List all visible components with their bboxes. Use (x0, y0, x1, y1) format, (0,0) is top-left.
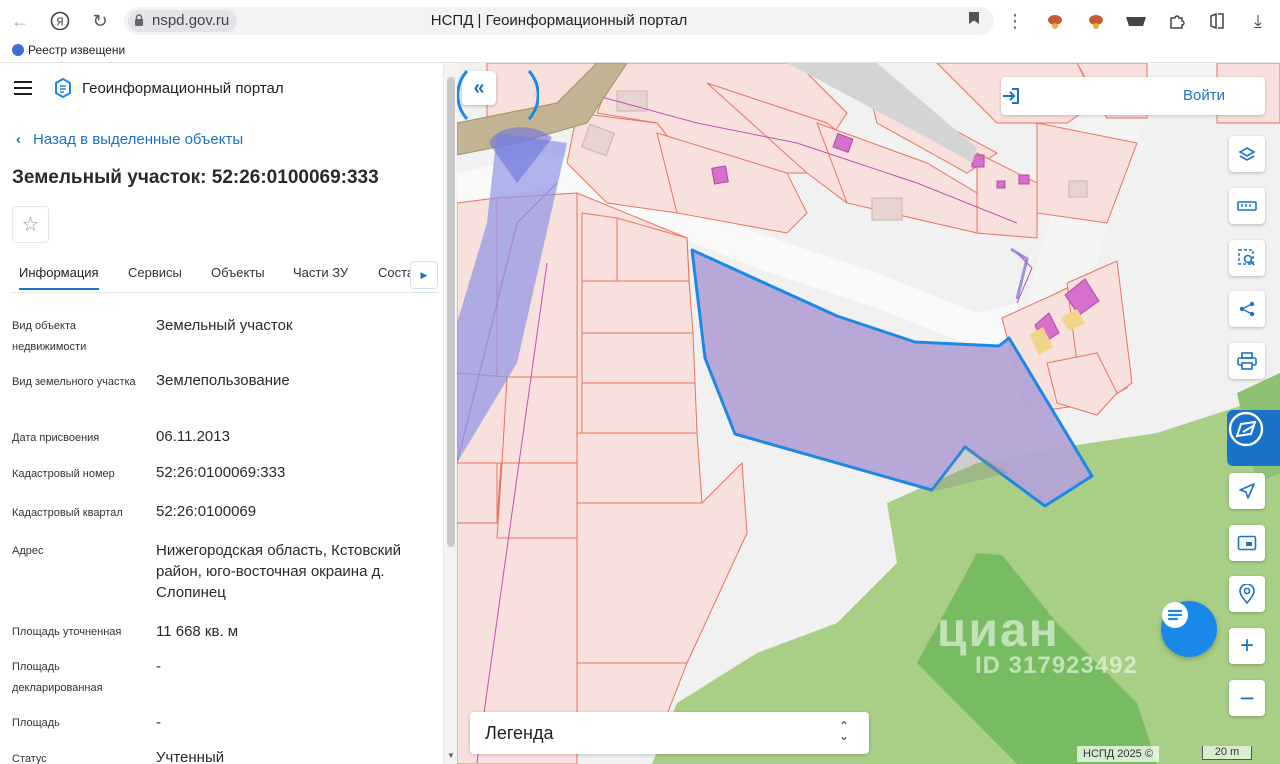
extension-3-icon[interactable] (1124, 9, 1148, 33)
bookmark-label: Реестр извещени (28, 43, 126, 57)
watermark-id: ID 317923492 (975, 652, 1138, 679)
favorite-star-icon[interactable]: ☆ (12, 206, 49, 243)
chevron-left-icon: ‹ (16, 131, 21, 148)
row-value: 52:26:0100069:333 (156, 464, 286, 481)
menu-icon[interactable] (14, 81, 32, 95)
globe-icon (12, 44, 24, 56)
updown-chevron-icon: ⌃ ⌄ (838, 719, 849, 743)
scale-bar: 20 m (1202, 746, 1252, 760)
watermark: циан ID 317923492 (937, 603, 1138, 680)
page-title-text: НСПД | Геоинформационный портал (430, 12, 688, 29)
row-label: Кадастровый номер (12, 468, 115, 480)
row-value: 11 668 кв. м (156, 623, 239, 640)
area-select-button[interactable] (1229, 240, 1265, 276)
collections-icon[interactable] (1205, 9, 1229, 33)
legend-select[interactable]: Легенда ⌃ ⌄ (470, 712, 869, 754)
map-view[interactable]: циан ID 317923492 « Войти + − Легенда ⌃ … (457, 63, 1280, 764)
bookmark-item[interactable]: Реестр извещени (12, 43, 125, 57)
svg-text:Я: Я (56, 16, 64, 29)
chat-button[interactable] (1161, 601, 1217, 657)
tabs-scroll-right-button[interactable]: ▶ (410, 261, 438, 289)
scroll-down-icon[interactable]: ▼ (447, 751, 455, 760)
area-select-icon (1238, 249, 1255, 266)
draw-tool-icon (1228, 411, 1264, 447)
browser-chrome: ← Я ↻ nspd.gov.ru НСПД | Геоинформационн… (0, 0, 1280, 63)
copyright-text: НСПД 2025 © (1077, 746, 1159, 762)
tab-parts[interactable]: Части ЗУ (293, 265, 348, 280)
address-bar[interactable]: nspd.gov.ru НСПД | Геоинформационный пор… (124, 7, 994, 35)
zoom-in-button[interactable]: + (1229, 628, 1265, 664)
panel-scrollbar[interactable]: ▼ (443, 63, 457, 764)
extensions-puzzle-icon[interactable] (1165, 9, 1189, 33)
ruler-button[interactable] (1229, 188, 1265, 224)
layers-icon (1238, 147, 1256, 161)
geolocation-button[interactable] (1229, 473, 1265, 509)
portal-title: Геоинформационный портал (82, 80, 284, 97)
tab-bar: Информация Сервисы Объекты Части ЗУ Сост… (12, 259, 440, 293)
zoom-out-button[interactable]: − (1229, 680, 1265, 716)
draw-tool-button[interactable] (1227, 410, 1280, 466)
row-label: Кадастровый квартал (12, 507, 123, 519)
legend-label: Легенда (485, 723, 554, 743)
ruler-icon (1237, 201, 1257, 211)
download-icon[interactable]: ⤓ (1246, 9, 1270, 33)
bookmarks-bar: Реестр извещени (0, 42, 1280, 62)
yandex-icon[interactable]: Я (48, 9, 72, 33)
search-place-button[interactable] (1229, 576, 1265, 612)
row-value: Учтенный (156, 749, 225, 764)
row-value: Землепользование (156, 372, 290, 389)
bookmark-icon[interactable] (968, 11, 980, 30)
row-label: Вид объекта недвижимости (12, 320, 87, 353)
row-label: Вид земельного участка (12, 376, 136, 388)
login-icon (1003, 88, 1019, 104)
object-title: Земельный участок: 52:26:0100069:333 (12, 167, 379, 188)
chat-ring (457, 70, 539, 120)
row-label: Площадь (12, 717, 60, 729)
minimap-icon (1237, 535, 1257, 551)
tab-objects[interactable]: Объекты (211, 265, 265, 280)
watermark-brand: циан (937, 604, 1060, 657)
scrollbar-thumb[interactable] (447, 77, 455, 547)
login-label: Войти (1183, 87, 1225, 104)
minimap-button[interactable] (1229, 525, 1265, 561)
print-icon (1237, 352, 1257, 370)
share-button[interactable] (1229, 291, 1265, 327)
row-label: Площадь декларированная (12, 661, 103, 694)
print-button[interactable] (1229, 343, 1265, 379)
row-value: - (156, 714, 161, 731)
row-value: Земельный участок (156, 317, 293, 334)
more-menu-icon[interactable]: ⋮ (1003, 9, 1027, 33)
row-label: Адрес (12, 545, 44, 557)
address-value: Нижегородская область, Кстовский район, … (156, 542, 401, 601)
layers-button[interactable] (1229, 136, 1265, 172)
tab-information[interactable]: Информация (19, 265, 99, 290)
back-arrow-icon[interactable]: ← (8, 9, 32, 33)
map-canvas[interactable] (457, 63, 1280, 764)
share-icon (1239, 301, 1255, 317)
info-panel: Геоинформационный портал ‹ Назад в выделе… (0, 63, 457, 764)
reload-icon[interactable]: ↻ (88, 9, 112, 33)
portal-logo-icon (55, 78, 71, 98)
extension-2-icon[interactable] (1084, 9, 1108, 33)
row-label: Площадь уточненная (12, 626, 122, 638)
back-to-selected-link[interactable]: ‹ Назад в выделенные объекты (16, 131, 243, 148)
row-label: Дата присвоения (12, 432, 100, 444)
row-value: 06.11.2013 (156, 428, 230, 445)
row-label: Статус (12, 753, 47, 764)
row-value: 52:26:0100069 (156, 503, 257, 520)
login-button[interactable]: Войти (1001, 77, 1265, 115)
back-link-label: Назад в выделенные объекты (33, 131, 244, 148)
navigation-arrow-icon (1239, 483, 1255, 499)
extension-1-icon[interactable] (1043, 9, 1067, 33)
chat-icon (1162, 602, 1188, 628)
browser-toolbar: ← Я ↻ nspd.gov.ru НСПД | Геоинформационн… (0, 0, 1280, 42)
tab-services[interactable]: Сервисы (128, 265, 182, 280)
row-value: - (156, 658, 161, 675)
location-search-icon (1239, 584, 1255, 604)
